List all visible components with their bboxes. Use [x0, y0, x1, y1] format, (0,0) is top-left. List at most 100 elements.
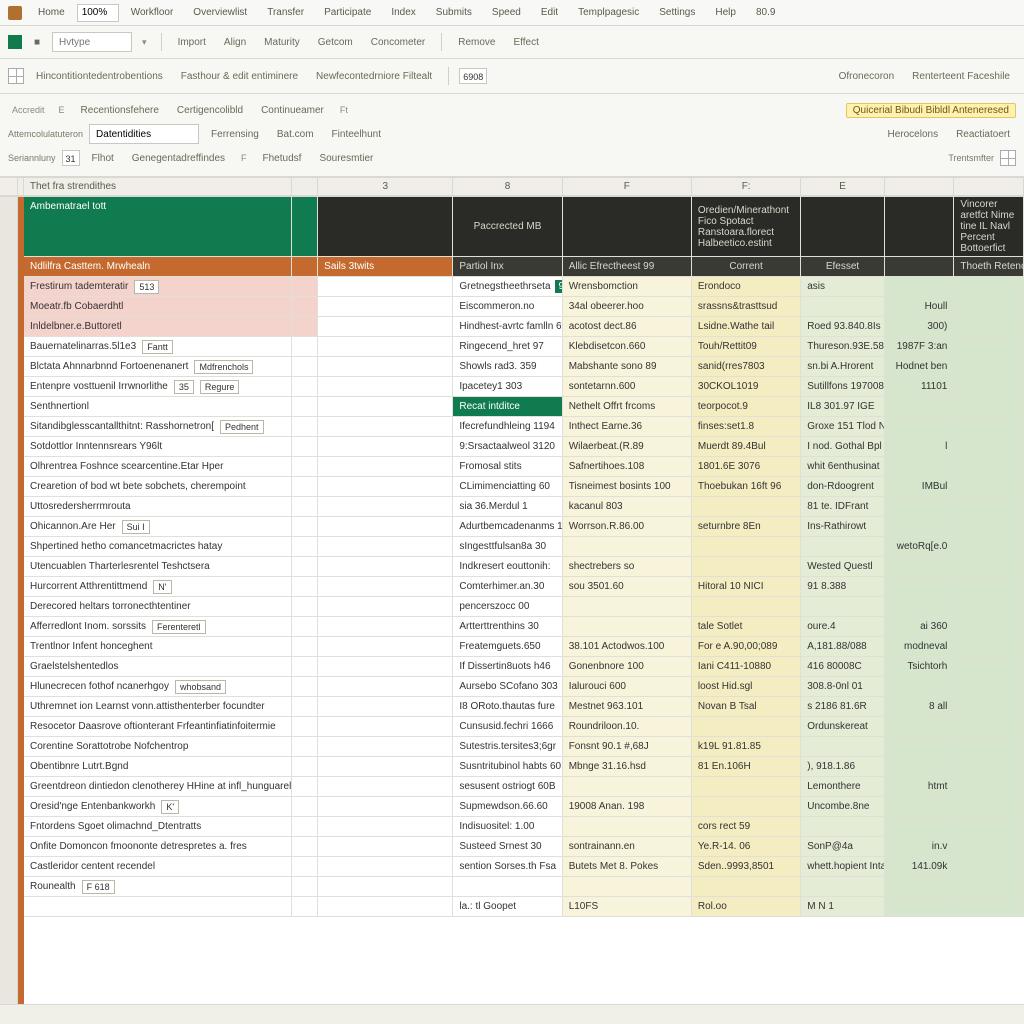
cell-narrow[interactable]: [292, 877, 318, 896]
cell-c[interactable]: la.: tl Goopet: [453, 897, 562, 916]
cell-h[interactable]: [954, 757, 1024, 776]
cell-desc[interactable]: Olhrentrea Foshnce scearcentine.Etar Hpe…: [24, 457, 292, 476]
cell-desc[interactable]: Corentine Sorattotrobe Nofchentrop: [24, 737, 292, 756]
cell-c[interactable]: CLimimenciatting 60: [453, 477, 562, 496]
r3a-1[interactable]: E: [55, 105, 69, 115]
cell-g[interactable]: [885, 757, 955, 776]
cell-e[interactable]: Hitoral 10 NICI: [692, 577, 801, 596]
cell-f[interactable]: Lemonthere: [801, 777, 885, 796]
r3b-right-0[interactable]: Herocelons: [881, 127, 944, 142]
cell-h[interactable]: [954, 277, 1024, 296]
cell-g[interactable]: [885, 877, 955, 896]
cell-h[interactable]: [954, 317, 1024, 336]
cell-c[interactable]: 9:Srsactaalweol 3120: [453, 437, 562, 456]
cell-e[interactable]: cors rect 59: [692, 817, 801, 836]
cell-narrow[interactable]: [292, 497, 318, 516]
cell-d[interactable]: kacanul 803: [563, 497, 692, 516]
cell-c[interactable]: Freatemguets.650: [453, 637, 562, 656]
menu-speed[interactable]: Speed: [484, 5, 529, 20]
cell-f[interactable]: Ordunskereat: [801, 717, 885, 736]
cell-e[interactable]: Iani C411-10880: [692, 657, 801, 676]
cell-g[interactable]: [885, 897, 955, 916]
menu-index[interactable]: Index: [383, 5, 423, 20]
cell-narrow[interactable]: [292, 817, 318, 836]
ribbon1-remove[interactable]: Remove: [452, 35, 501, 50]
cell-e[interactable]: tale Sotlet: [692, 617, 801, 636]
cell-d[interactable]: Ialurouci 600: [563, 677, 692, 696]
cell-h[interactable]: [954, 337, 1024, 356]
cell-c[interactable]: Recat intditce: [453, 397, 562, 416]
cell-narrow[interactable]: [292, 797, 318, 816]
cell-e[interactable]: [692, 777, 801, 796]
cell-e[interactable]: [692, 497, 801, 516]
cell-g[interactable]: [885, 737, 955, 756]
cell-desc[interactable]: Obentibnre Lutrt.Bgnd: [24, 757, 292, 776]
cell-b[interactable]: [318, 897, 453, 916]
cell-d[interactable]: Mestnet 963.101: [563, 697, 692, 716]
cell-d[interactable]: Inthect Earne.36: [563, 417, 692, 436]
cell-e[interactable]: [692, 717, 801, 736]
cell-f[interactable]: Uncombe.8ne: [801, 797, 885, 816]
cell-e[interactable]: Touh/Rettit09: [692, 337, 801, 356]
menu-workfloor[interactable]: Workfloor: [123, 5, 182, 20]
cell-c[interactable]: sIngesttfulsan8a 30: [453, 537, 562, 556]
r3c-mid-4[interactable]: Souresmtier: [313, 151, 379, 166]
cell-g[interactable]: [885, 797, 955, 816]
cell-narrow[interactable]: [292, 437, 318, 456]
table-row[interactable]: Hurcorrent AtthrentittmendN'Comterhimer.…: [24, 577, 1024, 597]
table-row[interactable]: Uthremnet ion Learnst vonn.attisthenterb…: [24, 697, 1024, 717]
cell-f[interactable]: I nod. Gothal Bpl: [801, 437, 885, 456]
cell-g[interactable]: [885, 557, 955, 576]
cell-desc[interactable]: Ohicannon.Are HerSui I: [24, 517, 292, 536]
table-row[interactable]: Castleridor centent recendel sention Sors…: [24, 857, 1024, 877]
cell-d[interactable]: [563, 817, 692, 836]
cell-desc[interactable]: Castleridor centent recendel: [24, 857, 292, 876]
cell-g[interactable]: [885, 597, 955, 616]
cell-c[interactable]: Fromosal stits: [453, 457, 562, 476]
quick-badge[interactable]: Quicerial Bibudi Bibldl Anteneresed: [846, 103, 1016, 118]
r3b-input[interactable]: [89, 124, 199, 144]
colhdr-3[interactable]: F: [563, 178, 692, 195]
ribbon1-maturity[interactable]: Maturity: [258, 35, 306, 50]
cell-c[interactable]: Susteed Srnest 30: [453, 837, 562, 856]
type-selector[interactable]: [52, 32, 132, 52]
inline-pill[interactable]: F 618: [82, 880, 115, 894]
r3a-2[interactable]: Recentionsfehere: [75, 103, 165, 118]
cell-f[interactable]: SonP@4a: [801, 837, 885, 856]
cell-desc[interactable]: [24, 897, 292, 916]
cell-narrow[interactable]: [292, 837, 318, 856]
cell-b[interactable]: [318, 797, 453, 816]
cell-desc[interactable]: RounealthF 618: [24, 877, 292, 896]
cell-d[interactable]: 34al obeerer.hoo: [563, 297, 692, 316]
table-row[interactable]: Utencuablen Tharterlesrentel TeshctseraI…: [24, 557, 1024, 577]
cell-h[interactable]: [954, 737, 1024, 756]
cell-g[interactable]: Hodnet ben: [885, 357, 955, 376]
cell-desc[interactable]: Fntordens Sgoet olimachnd_Dtentratts: [24, 817, 292, 836]
cell-b[interactable]: [318, 817, 453, 836]
cell-h[interactable]: [954, 717, 1024, 736]
row-header-corner[interactable]: [0, 178, 18, 195]
cell-c[interactable]: Aursebo SCofano 303: [453, 677, 562, 696]
cell-g[interactable]: in.v: [885, 837, 955, 856]
cell-h[interactable]: [954, 617, 1024, 636]
menu-help[interactable]: Help: [707, 5, 744, 20]
cell-g[interactable]: Houll: [885, 297, 955, 316]
cell-h[interactable]: [954, 637, 1024, 656]
table-row[interactable]: Entenpre vosttuenil Irrwnorlithe35Regure…: [24, 377, 1024, 397]
r3a-4[interactable]: Continueamer: [255, 103, 330, 118]
menu-settings[interactable]: Settings: [651, 5, 703, 20]
insert-icon[interactable]: [8, 35, 22, 49]
cell-c[interactable]: sention Sorses.th Fsa: [453, 857, 562, 876]
cell-b[interactable]: [318, 857, 453, 876]
cell-c[interactable]: Artterttrenthins 30: [453, 617, 562, 636]
cell-h[interactable]: [954, 817, 1024, 836]
cell-h[interactable]: [954, 877, 1024, 896]
cell-f[interactable]: IL8 301.97 IGE: [801, 397, 885, 416]
cell-g[interactable]: [885, 397, 955, 416]
cell-desc[interactable]: Oresid'nge EntenbankworkhK': [24, 797, 292, 816]
cell-d[interactable]: L10FS: [563, 897, 692, 916]
ribbon2-tab-2[interactable]: Newfecontedrniore Filtealt: [310, 69, 438, 84]
table-row[interactable]: Trentlnor Infent honceghentFreatemguets.…: [24, 637, 1024, 657]
cell-narrow[interactable]: [292, 537, 318, 556]
cell-e[interactable]: [692, 597, 801, 616]
